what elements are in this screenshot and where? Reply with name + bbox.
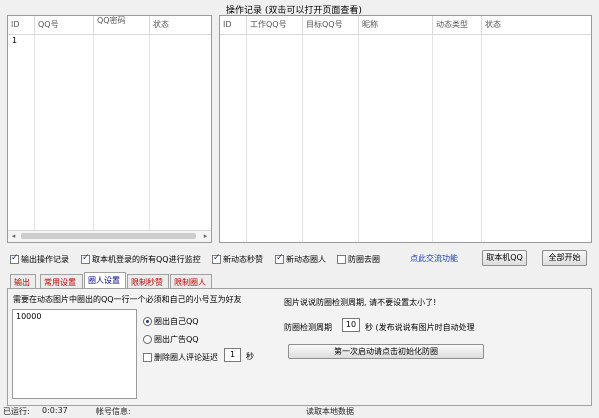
radio-on-icon[interactable] bbox=[143, 317, 152, 326]
period-input[interactable]: 10 bbox=[342, 318, 360, 332]
scroll-thumb[interactable] bbox=[21, 233, 196, 239]
account-info-label: 帐号信息: bbox=[96, 407, 131, 416]
delete-delay-unit: 秒 bbox=[246, 352, 254, 361]
col-id[interactable]: ID bbox=[8, 16, 35, 34]
left-hscrollbar[interactable]: ◂ ▸ bbox=[8, 230, 211, 242]
init-anti-circle-button[interactable]: 第一次启动请点击初始化防圈 bbox=[288, 344, 484, 359]
tab-common-settings[interactable]: 常用设置 bbox=[40, 274, 83, 289]
circle-instruction: 需要在动态图片中圈出的QQ一行一个必须和自己的小号互为好友 bbox=[13, 295, 242, 304]
tab-limit-like[interactable]: 限制秒赞 bbox=[127, 274, 169, 289]
exchange-link[interactable]: 点此交流功能 bbox=[410, 253, 458, 264]
delete-delay-input[interactable]: 1 bbox=[224, 348, 241, 362]
col-nickname[interactable]: 昵称 bbox=[359, 16, 433, 34]
get-local-qq-button[interactable]: 取本机QQ bbox=[482, 250, 527, 266]
scroll-right-icon[interactable]: ▸ bbox=[200, 231, 211, 242]
start-all-button[interactable]: 全部开始 bbox=[542, 250, 587, 266]
log-grid-header: ID 工作QQ号 目标QQ号 昵称 动态类型 状态 bbox=[220, 16, 591, 35]
new-circle-checkbox[interactable]: 新动态圈人 bbox=[275, 253, 326, 265]
col-status[interactable]: 状态 bbox=[150, 16, 211, 34]
check-icon[interactable] bbox=[143, 352, 152, 362]
reading-status: 读取本地数据 bbox=[306, 407, 354, 416]
check-icon[interactable] bbox=[10, 253, 19, 264]
account-grid-header: ID QQ号 QQ密码 状态 bbox=[8, 16, 211, 35]
check-icon[interactable] bbox=[212, 253, 221, 264]
check-icon[interactable] bbox=[337, 254, 346, 264]
col-qq[interactable]: QQ号 bbox=[35, 16, 94, 34]
operation-log-grid[interactable]: ID 工作QQ号 目标QQ号 昵称 动态类型 状态 bbox=[219, 15, 592, 243]
tab-limit-circle[interactable]: 限制圈人 bbox=[170, 274, 212, 289]
delete-comment-checkbox[interactable]: 删除圈人评论延迟 bbox=[143, 351, 218, 363]
period-suffix: 秒 (发布说说有图片时自动处理 bbox=[365, 323, 475, 332]
col-target-qq[interactable]: 目标QQ号 bbox=[303, 16, 359, 34]
scroll-left-icon[interactable]: ◂ bbox=[8, 231, 19, 242]
circle-settings-page: 需要在动态图片中圈出的QQ一行一个必须和自己的小号互为好友 10000 圈出自己… bbox=[7, 288, 592, 406]
anti-circle-checkbox[interactable]: 防圈去圈 bbox=[337, 253, 380, 265]
tab-output[interactable]: 输出 bbox=[10, 274, 36, 289]
runtime-label: 已运行: bbox=[3, 407, 30, 416]
new-like-checkbox[interactable]: 新动态秒赞 bbox=[212, 253, 263, 265]
col-password[interactable]: QQ密码 bbox=[94, 16, 150, 34]
log-grid-body bbox=[220, 35, 591, 242]
period-label: 防圈检测周期 bbox=[284, 323, 332, 332]
runtime-value: 0:0:37 bbox=[42, 406, 68, 415]
radio-circle-self[interactable]: 圈出自己QQ bbox=[143, 316, 199, 327]
log-ops-checkbox[interactable]: 输出操作记录 bbox=[10, 253, 69, 265]
tab-circle-settings[interactable]: 圈人设置 bbox=[84, 272, 126, 289]
qq-list-textarea[interactable]: 10000 bbox=[12, 309, 137, 399]
col-dynamic-type[interactable]: 动态类型 bbox=[433, 16, 482, 34]
radio-off-icon[interactable] bbox=[143, 335, 152, 344]
check-icon[interactable] bbox=[81, 253, 90, 264]
monitor-all-checkbox[interactable]: 取本机登录的所有QQ进行监控 bbox=[81, 253, 201, 265]
account-grid[interactable]: ID QQ号 QQ密码 状态 1 ◂ ▸ bbox=[7, 15, 212, 243]
check-icon[interactable] bbox=[275, 253, 284, 264]
account-grid-body: 1 bbox=[8, 35, 211, 230]
col-work-qq[interactable]: 工作QQ号 bbox=[247, 16, 303, 34]
radio-circle-ad[interactable]: 圈出广告QQ bbox=[143, 334, 199, 345]
table-row[interactable]: 1 bbox=[12, 36, 17, 45]
col-status[interactable]: 状态 bbox=[482, 16, 591, 34]
col-id[interactable]: ID bbox=[220, 16, 247, 34]
anti-circle-title: 图片说说防圈检测周期, 请不要设置太小了! bbox=[284, 298, 437, 307]
